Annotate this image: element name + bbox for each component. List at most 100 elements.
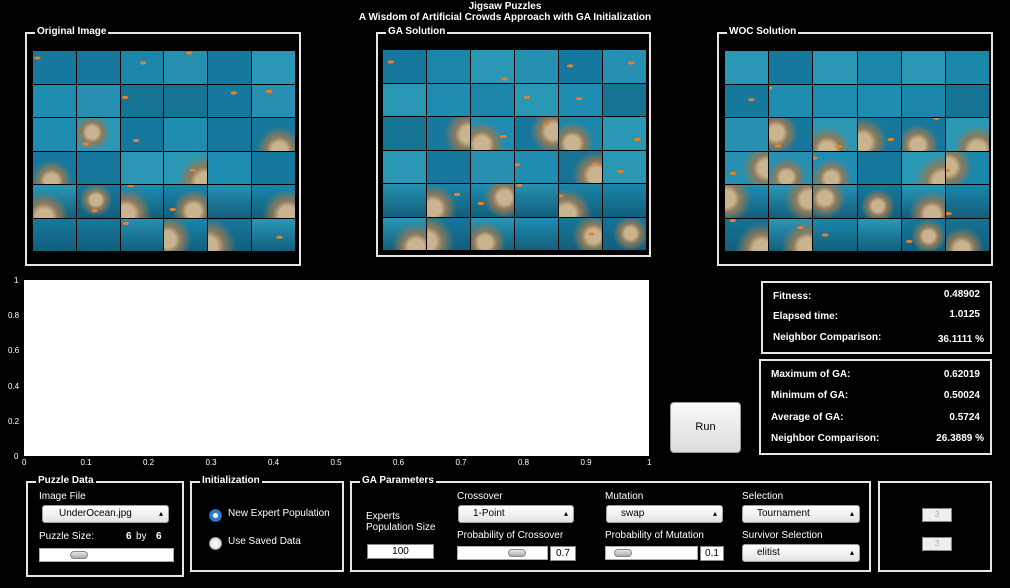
prob-crossover-input[interactable]: 0.7 — [550, 546, 576, 561]
stats-current-box: Fitness: 0.48902 Elapsed time: 1.0125 Ne… — [761, 281, 992, 354]
puzzle-tile — [33, 185, 76, 218]
puzzle-tile — [813, 84, 857, 117]
x-tick-label: 1 — [647, 458, 652, 467]
image-file-select[interactable]: UnderOcean.jpg ▴ — [42, 505, 169, 523]
puzzle-tile — [559, 184, 602, 217]
puzzle-size-slider[interactable] — [39, 548, 174, 562]
puzzle-tile — [252, 185, 295, 218]
puzzle-tile — [76, 218, 120, 251]
puzzle-tile — [725, 218, 769, 251]
initialization-legend: Initialization — [200, 475, 262, 487]
puzzle-tile — [471, 83, 514, 116]
selection-select[interactable]: Tournament ▴ — [742, 505, 860, 523]
run-button[interactable]: Run — [670, 402, 741, 453]
puzzle-tile — [945, 118, 989, 151]
x-tick-label: 0.2 — [143, 458, 155, 467]
ga-parameters-legend: GA Parameters — [360, 475, 436, 487]
puzzle-tile — [769, 151, 813, 184]
puzzle-tile — [33, 218, 76, 251]
crossover-label: Crossover — [457, 491, 503, 502]
puzzle-tile — [901, 84, 945, 117]
puzzle-tile — [164, 84, 208, 117]
puzzle-tile — [76, 84, 120, 117]
prob-crossover-knob[interactable] — [508, 549, 526, 557]
puzzle-tile — [120, 218, 164, 251]
mutation-select[interactable]: swap ▴ — [606, 505, 723, 523]
puzzle-tile — [515, 50, 558, 83]
puzzle-tile — [208, 51, 252, 84]
radio-new-population[interactable] — [209, 509, 222, 522]
puzzle-tile — [427, 50, 470, 83]
ga-solution-panel: GA Solution — [376, 26, 651, 257]
ga-min-label: Minimum of GA: — [771, 390, 849, 401]
image-file-label: Image File — [39, 491, 86, 502]
puzzle-tile — [33, 118, 76, 151]
prob-mutation-input[interactable]: 0.1 — [700, 546, 724, 561]
puzzle-tile — [515, 150, 558, 183]
saved-data-label: Use Saved Data — [228, 536, 301, 547]
puzzle-tile — [901, 185, 945, 218]
puzzle-tile — [603, 83, 646, 116]
puzzle-tile — [725, 185, 769, 218]
puzzle-tile — [76, 118, 120, 151]
puzzle-tile — [208, 185, 252, 218]
original-image-grid — [33, 51, 295, 251]
puzzle-rows-value: 6 — [126, 531, 132, 542]
puzzle-tile — [471, 150, 514, 183]
puzzle-size-slider-knob[interactable] — [70, 551, 88, 559]
puzzle-tile — [945, 218, 989, 251]
puzzle-tile — [945, 185, 989, 218]
x-tick-label: 0.1 — [80, 458, 92, 467]
puzzle-by-label: by — [136, 531, 147, 542]
puzzle-tile — [76, 185, 120, 218]
puzzle-tile — [901, 218, 945, 251]
mutation-label: Mutation — [605, 491, 644, 502]
survivor-selection-value: elitist — [757, 547, 780, 558]
puzzle-data-legend: Puzzle Data — [36, 475, 96, 487]
ga-avg-label: Average of GA: — [771, 412, 844, 423]
chevron-updown-icon: ▴ — [849, 509, 854, 518]
y-tick-label: 0 — [14, 452, 19, 461]
ga-parameters-panel: GA Parameters Experts Population Size 10… — [350, 475, 871, 572]
woc-solution-legend: WOC Solution — [727, 26, 799, 38]
puzzle-tile — [945, 151, 989, 184]
prob-crossover-slider[interactable] — [457, 546, 548, 560]
puzzle-tile — [515, 117, 558, 150]
y-tick-label: 0.6 — [8, 346, 20, 356]
crossover-value: 1-Point — [473, 508, 505, 519]
puzzle-tile — [383, 50, 426, 83]
crossover-select[interactable]: 1-Point ▴ — [458, 505, 574, 523]
puzzle-tile — [559, 83, 602, 116]
puzzle-tile — [120, 185, 164, 218]
new-population-label: New Expert Population — [228, 508, 330, 519]
chevron-updown-icon: ▴ — [849, 548, 854, 557]
puzzle-tile — [164, 185, 208, 218]
puzzle-tile — [559, 150, 602, 183]
survivor-selection-label: Survivor Selection — [742, 530, 823, 541]
population-size-input[interactable]: 100 — [367, 544, 434, 559]
extra-field-2[interactable]: 3 — [922, 537, 952, 551]
survivor-selection-select[interactable]: elitist ▴ — [742, 544, 860, 562]
ga-solution-legend: GA Solution — [386, 26, 448, 38]
puzzle-tile — [857, 51, 901, 84]
puzzle-tile — [515, 184, 558, 217]
puzzle-tile — [725, 118, 769, 151]
puzzle-tile — [164, 51, 208, 84]
puzzle-cols-value: 6 — [156, 531, 162, 542]
puzzle-tile — [603, 117, 646, 150]
ga-min-value: 0.50024 — [943, 390, 980, 401]
puzzle-tile — [427, 83, 470, 116]
puzzle-tile — [120, 118, 164, 151]
extra-field-1[interactable]: 3 — [922, 508, 952, 522]
population-size-label: Population Size — [366, 522, 436, 533]
puzzle-tile — [857, 218, 901, 251]
puzzle-tile — [857, 118, 901, 151]
puzzle-tile — [252, 84, 295, 117]
prob-mutation-slider[interactable] — [605, 546, 698, 560]
puzzle-tile — [769, 218, 813, 251]
radio-saved-data[interactable] — [209, 537, 222, 550]
fitness-value: 0.48902 — [943, 289, 980, 300]
elapsed-value: 1.0125 — [949, 309, 980, 320]
prob-mutation-knob[interactable] — [614, 549, 632, 557]
puzzle-tile — [901, 118, 945, 151]
